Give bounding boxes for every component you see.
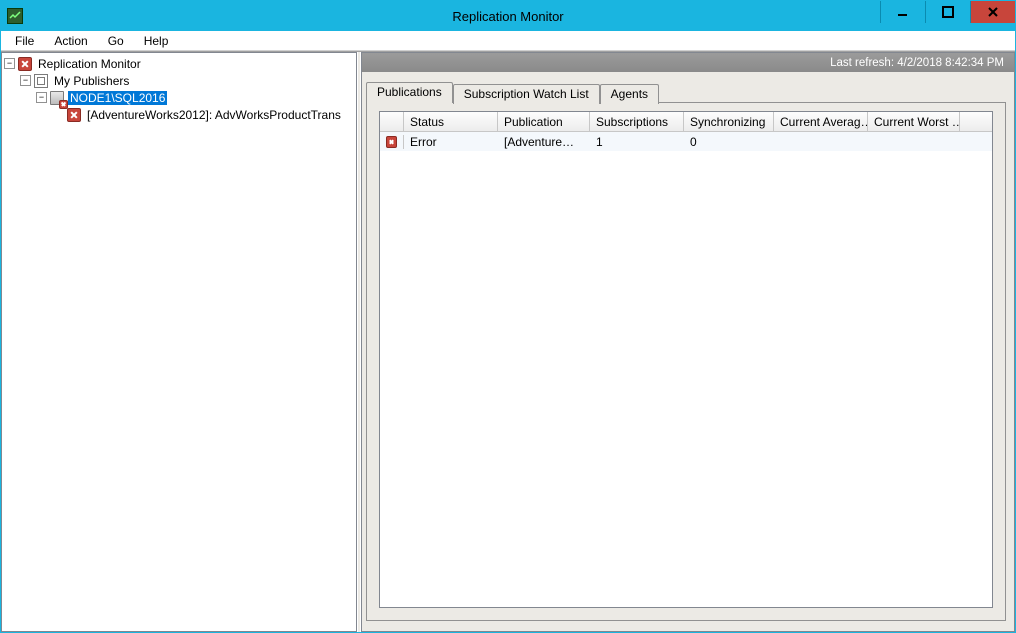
cell-avg — [774, 141, 868, 143]
menu-go[interactable]: Go — [100, 33, 132, 49]
tab-agents[interactable]: Agents — [600, 84, 659, 104]
content-wrap: Publications Subscription Watch List Age… — [361, 72, 1015, 632]
window-controls — [880, 1, 1015, 31]
publishers-icon — [33, 73, 49, 89]
menu-help[interactable]: Help — [136, 33, 177, 49]
app-icon — [7, 8, 23, 24]
title-bar[interactable]: Replication Monitor — [1, 1, 1015, 31]
client-area: − Replication Monitor − My Publishers − — [1, 51, 1015, 632]
grid-header-worst[interactable]: Current Worst … — [868, 112, 960, 131]
app-window: Replication Monitor File Action Go Help — [0, 0, 1016, 633]
grid-header-subscriptions[interactable]: Subscriptions — [590, 112, 684, 131]
tree-node-server[interactable]: − NODE1\SQL2016 — [2, 89, 356, 106]
menu-action[interactable]: Action — [46, 33, 95, 49]
grid-row-error-icon — [380, 135, 404, 149]
error-icon — [17, 56, 33, 72]
expander-icon[interactable]: − — [20, 75, 31, 86]
tree-label: My Publishers — [52, 74, 131, 88]
cell-synchronizing: 0 — [684, 134, 774, 150]
expander-icon[interactable]: − — [4, 58, 15, 69]
window-title: Replication Monitor — [1, 9, 1015, 24]
tree-label: Replication Monitor — [36, 57, 143, 71]
tree-node-publishers[interactable]: − My Publishers — [2, 72, 356, 89]
expander-icon[interactable]: − — [36, 92, 47, 103]
grid-header-publication[interactable]: Publication — [498, 112, 590, 131]
grid-header-synchronizing[interactable]: Synchronizing — [684, 112, 774, 131]
publications-grid[interactable]: Status Publication Subscriptions Synchro… — [379, 111, 993, 608]
cell-worst — [868, 141, 960, 143]
maximize-button[interactable] — [925, 1, 970, 23]
grid-header-avg[interactable]: Current Averag… — [774, 112, 868, 131]
tab-watch-list[interactable]: Subscription Watch List — [453, 84, 600, 104]
server-error-icon — [49, 90, 65, 106]
tab-body: Status Publication Subscriptions Synchro… — [366, 102, 1006, 621]
tree-label-selected: NODE1\SQL2016 — [68, 91, 167, 105]
tab-strip: Publications Subscription Watch List Age… — [366, 80, 1006, 102]
tree-node-root[interactable]: − Replication Monitor — [2, 55, 356, 72]
menu-bar: File Action Go Help — [1, 31, 1015, 51]
refresh-bar: Last refresh: 4/2/2018 8:42:34 PM — [361, 52, 1015, 72]
details-pane: Last refresh: 4/2/2018 8:42:34 PM Public… — [361, 52, 1015, 632]
last-refresh-label: Last refresh: 4/2/2018 8:42:34 PM — [830, 57, 1004, 69]
minimize-button[interactable] — [880, 1, 925, 23]
grid-row[interactable]: Error [AdventureWo… 1 0 — [380, 132, 992, 151]
close-button[interactable] — [970, 1, 1015, 23]
grid-header: Status Publication Subscriptions Synchro… — [380, 112, 992, 132]
menu-file[interactable]: File — [7, 33, 42, 49]
cell-subscriptions: 1 — [590, 134, 684, 150]
grid-header-status[interactable]: Status — [404, 112, 498, 131]
tree-node-publication[interactable]: [AdventureWorks2012]: AdvWorksProductTra… — [2, 106, 356, 123]
tree-label: [AdventureWorks2012]: AdvWorksProductTra… — [85, 108, 343, 122]
tree-pane[interactable]: − Replication Monitor − My Publishers − — [1, 52, 357, 632]
publication-error-icon — [66, 107, 82, 123]
tab-publications[interactable]: Publications — [366, 82, 453, 103]
grid-header-rowselector[interactable] — [380, 112, 404, 131]
cell-publication: [AdventureWo… — [498, 134, 590, 150]
cell-status: Error — [404, 134, 498, 150]
tree: − Replication Monitor − My Publishers − — [2, 53, 356, 125]
